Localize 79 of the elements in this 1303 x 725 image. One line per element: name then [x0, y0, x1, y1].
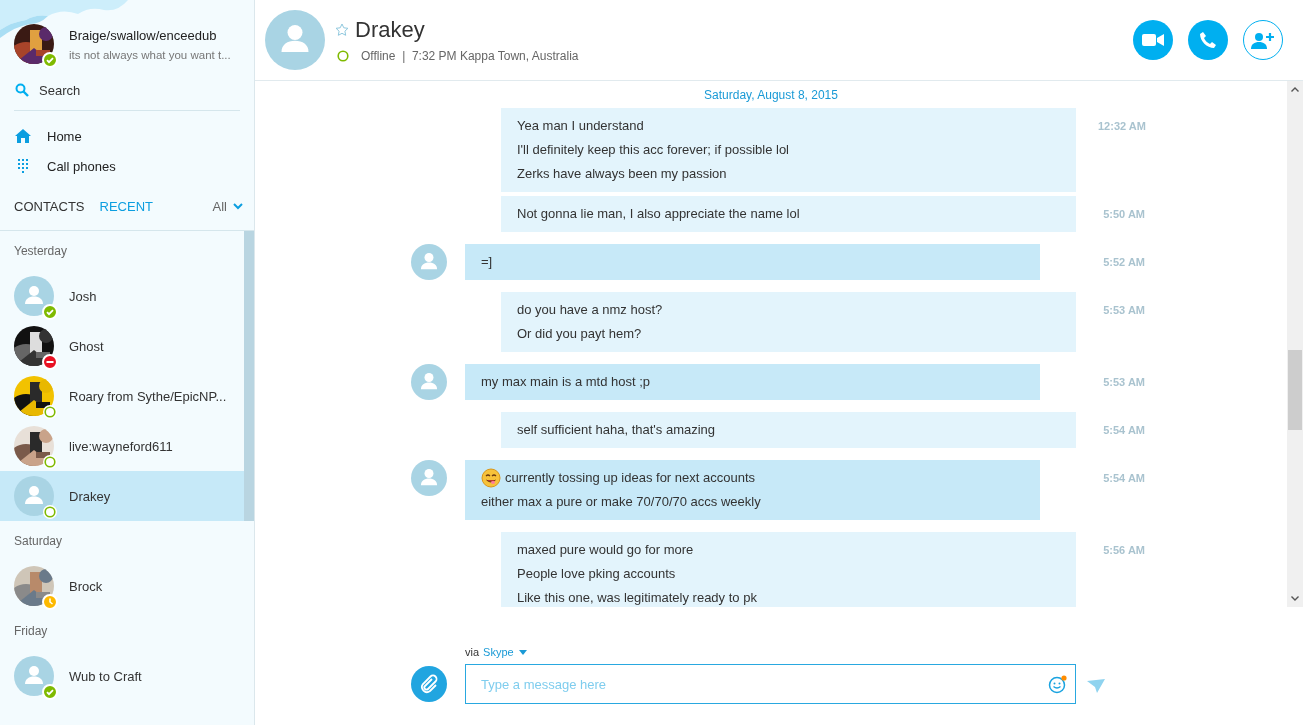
contact-name: live:wayneford611 [69, 438, 173, 454]
message-time: 5:53 AM [1102, 375, 1145, 390]
message-text: either max a pure or make 70/70/70 accs weekly [481, 493, 761, 511]
nav-item[interactable]: Call phones [15, 154, 116, 178]
message-text: maxed pure would go for more [517, 541, 694, 559]
add-person-icon [1251, 31, 1275, 49]
emoji-icon[interactable] [1048, 674, 1068, 694]
scroll-down-icon[interactable] [1291, 596, 1299, 601]
attach-button[interactable] [411, 666, 447, 702]
contact-item[interactable]: Brock [0, 561, 244, 611]
message-text: do you have a nmz host? [517, 301, 663, 319]
video-call-button[interactable] [1133, 20, 1173, 60]
contact-item[interactable]: Josh [0, 271, 244, 321]
message-time: 5:54 AM [1102, 423, 1145, 438]
scrollbar-thumb[interactable] [244, 231, 254, 521]
contact-item[interactable]: Ghost [0, 321, 244, 371]
message-time: 5:53 AM [1102, 303, 1145, 318]
message-time: 5:56 AM [1102, 543, 1145, 558]
contact-item[interactable]: Roary from Sythe/EpicNP... [0, 371, 244, 421]
contact-item[interactable]: Wub to Craft [0, 651, 244, 701]
contact-name: Drakey [355, 16, 425, 43]
scrollbar-thumb[interactable] [1288, 350, 1302, 430]
scrollbar[interactable] [1287, 81, 1303, 607]
avatar-icon [265, 10, 325, 70]
dialpad-icon [15, 158, 31, 174]
caret-icon [518, 649, 527, 655]
message-time: 12:32 AM [1098, 119, 1145, 134]
scroll-up-icon[interactable] [1291, 87, 1299, 92]
message-text: Zerks have always been my passion [517, 165, 727, 183]
phone-icon [1199, 31, 1217, 49]
message-text: Or did you payt hem? [517, 325, 642, 343]
group-heading: Friday [13, 623, 49, 640]
message-field[interactable]: Type a message here [465, 664, 1076, 704]
contact-name: Ghost [69, 338, 104, 354]
contact-name: Josh [69, 288, 97, 304]
message-text: my max main is a mtd host ;p [481, 373, 651, 391]
group-heading: Yesterday [13, 243, 68, 260]
message-text: People love pking accounts [517, 565, 676, 583]
status-text: Offline | 7:32 PM Kappa Town, Australia [361, 48, 579, 63]
message-text: Not gonna lie man, I also appreciate the name lol [517, 205, 800, 223]
avatar-icon [14, 656, 54, 696]
message-text: =] [481, 253, 493, 271]
message-text: I'll definitely keep this acc forever; if possible lol [517, 141, 789, 159]
contact-name: Drakey [69, 488, 111, 504]
message-text: currently tossing up ideas for next accounts [505, 469, 756, 487]
send-icon[interactable] [1087, 679, 1105, 693]
group-heading: Saturday [13, 533, 64, 550]
avatar-icon [14, 476, 54, 516]
call-button[interactable] [1188, 20, 1228, 60]
message-text: Like this one, was legitimately ready to pk [517, 589, 757, 607]
message-time: 5:52 AM [1102, 255, 1145, 270]
avatar-icon [411, 364, 447, 400]
tab[interactable]: CONTACTS [14, 198, 85, 214]
profile-name: Braige/swallow/enceedub [69, 27, 218, 43]
search-button[interactable]: Search [15, 78, 81, 102]
message-text: self sufficient haha, that's amazing [517, 421, 716, 439]
chevron-icon [233, 202, 243, 210]
video-camera-icon [1142, 33, 1164, 47]
contact-name: Wub to Craft [69, 668, 142, 684]
mood-message: its not always what you want t... [69, 48, 231, 61]
contact-item[interactable]: live:wayneford611 [0, 421, 244, 471]
date-separator: Saturday, August 8, 2015 [704, 87, 838, 104]
contact-item[interactable]: Drakey [0, 471, 244, 521]
filter-dropdown[interactable]: All [212, 198, 243, 214]
avatar-icon [14, 276, 54, 316]
home-icon [15, 129, 31, 143]
star-icon[interactable] [335, 22, 349, 37]
contact-name: Roary from Sythe/EpicNP... [69, 388, 227, 404]
message-time: 5:50 AM [1102, 207, 1145, 222]
contact-name: Brock [69, 578, 103, 594]
via-label: via [465, 646, 480, 658]
search-icon [15, 83, 29, 97]
avatar-icon [411, 244, 447, 280]
add-contact-button[interactable] [1243, 20, 1283, 60]
nav-item[interactable]: Home [15, 124, 82, 148]
avatar-icon [411, 460, 447, 496]
message-time: 5:54 AM [1102, 471, 1145, 486]
paperclip-icon [419, 674, 439, 694]
message-text: Yea man I understand [517, 117, 644, 135]
